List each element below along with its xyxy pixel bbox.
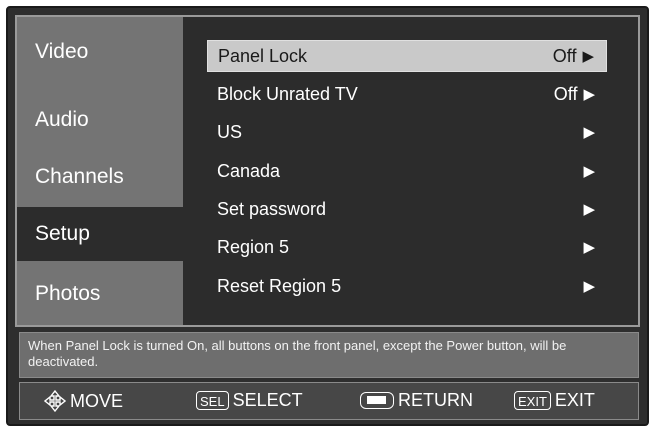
select-label: SELECT [232,390,303,410]
menu-row-value-group: ▶ [583,123,595,141]
menu-row-reset-region-5[interactable]: Reset Region 5 ▶ [207,270,607,302]
sidebar-item-video[interactable]: Video [17,25,175,79]
sidebar-item-label: Photos [35,282,101,305]
menu-row-label: Set password [217,198,327,219]
help-text: When Panel Lock is turned On, all button… [28,338,567,369]
menu-row-label: Region 5 [217,236,290,257]
menu-row-label: Panel Lock [218,45,308,66]
menu-row-value-group: Off ▶ [553,46,594,67]
category-sidebar: Video Audio Channels Setup Photos [17,17,183,325]
right-arrow-icon: ▶ [583,163,595,180]
help-text-box: When Panel Lock is turned On, all button… [19,332,639,378]
legend-exit: EXIT EXIT [514,390,595,411]
setup-menu: Panel Lock Off ▶ Block Unrated TV Off ▶ … [183,17,638,325]
sidebar-item-label: Audio [35,108,89,131]
menu-row-value: Off [552,45,577,66]
menu-row-region-5[interactable]: Region 5 ▶ [207,231,607,263]
menu-row-panel-lock[interactable]: Panel Lock Off ▶ [207,40,607,72]
exit-label: EXIT [554,390,595,410]
menu-row-label: Canada [217,160,281,181]
return-label: RETURN [398,390,473,410]
menu-row-label: Block Unrated TV [217,83,358,104]
exit-key-icon: EXIT [514,391,551,410]
menu-row-value-group: ▶ [583,238,595,256]
legend-select: SEL SELECT [196,390,303,411]
menu-row-value-group: ▶ [583,277,595,295]
sidebar-item-photos[interactable]: Photos [17,267,175,321]
button-legend-bar: MOVE SEL SELECT RETURN EXIT EXIT [19,382,639,420]
sidebar-item-channels[interactable]: Channels [17,150,175,204]
right-arrow-icon: ▶ [583,239,595,256]
right-arrow-icon: ▶ [583,124,595,141]
sidebar-item-setup[interactable]: Setup [17,207,183,261]
right-arrow-icon: ▶ [582,48,594,65]
tv-osd-frame: Video Audio Channels Setup Photos Panel … [6,6,649,426]
legend-move: MOVE [44,390,123,412]
menu-row-canada[interactable]: Canada ▶ [207,155,607,187]
menu-panel: Video Audio Channels Setup Photos Panel … [15,15,640,327]
move-arrows-icon [44,390,66,412]
menu-row-block-unrated-tv[interactable]: Block Unrated TV Off ▶ [207,78,607,110]
move-label: MOVE [70,390,124,411]
sidebar-item-label: Video [35,40,89,63]
sidebar-item-label: Setup [35,222,90,245]
menu-row-value: Off [553,83,578,104]
sidebar-item-audio[interactable]: Audio [17,93,175,147]
menu-row-value-group: ▶ [583,200,595,218]
sel-key-icon: SEL [196,391,229,410]
menu-row-label: US [217,121,243,142]
menu-row-set-password[interactable]: Set password ▶ [207,193,607,225]
right-arrow-icon: ▶ [583,201,595,218]
right-arrow-icon: ▶ [583,86,595,103]
right-arrow-icon: ▶ [583,278,595,295]
menu-row-value-group: ▶ [583,162,595,180]
legend-return: RETURN [360,390,473,411]
menu-row-label: Reset Region 5 [217,275,342,296]
menu-row-us[interactable]: US ▶ [207,116,607,148]
return-key-icon [360,392,394,409]
sidebar-item-label: Channels [35,165,124,188]
menu-row-value-group: Off ▶ [554,84,595,105]
